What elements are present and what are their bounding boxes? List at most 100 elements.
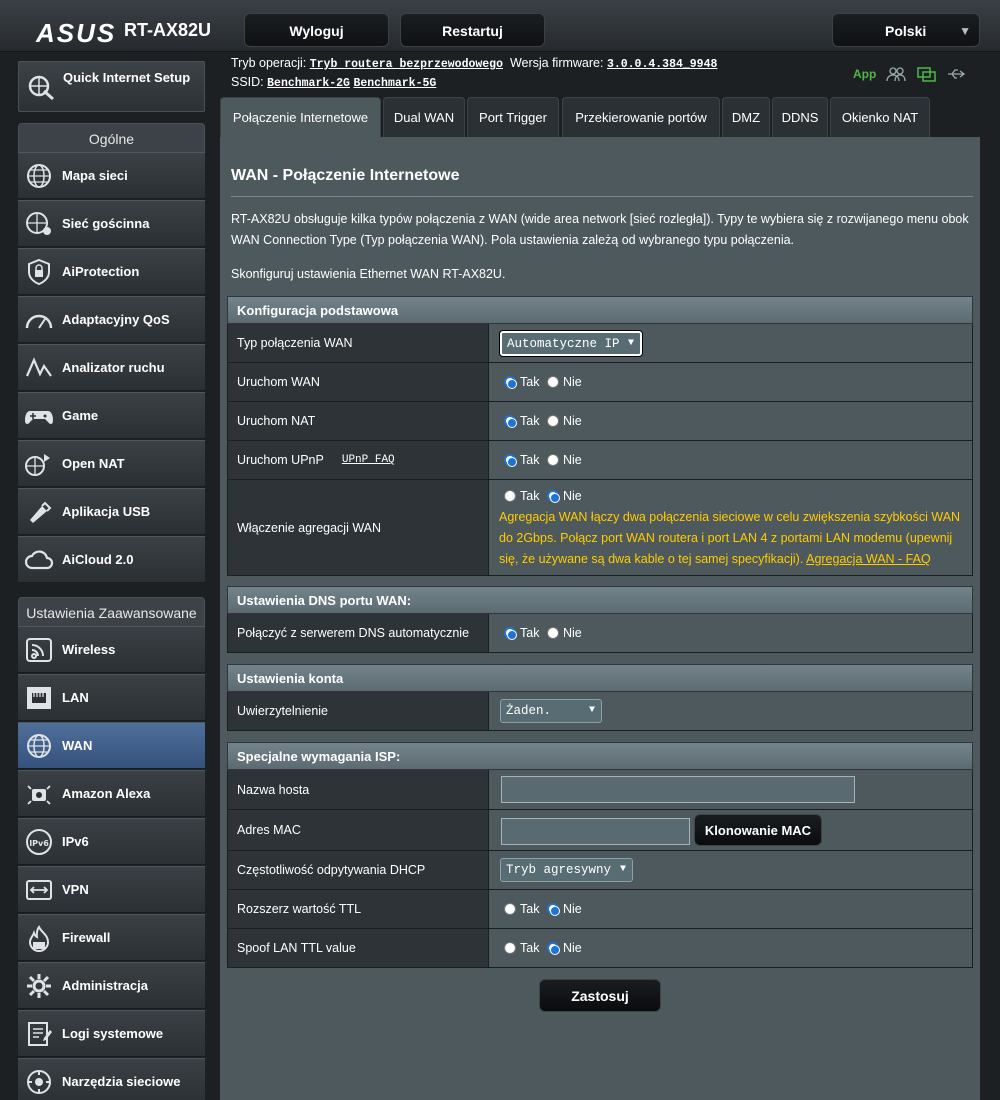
row-dhcp-frequency: Częstotliwość odpytywania DHCP Tryb agre… [227, 851, 973, 890]
wireless-icon [26, 638, 52, 662]
tab-dual-wan[interactable]: Dual WAN [383, 97, 465, 138]
top-bar: ASUS RT-AX82U Wyloguj Restartuj Polski ▼ [0, 0, 1000, 52]
shield-lock-icon [28, 258, 50, 286]
sidebar-item-adaptive-qos[interactable]: Adaptacyjny QoS [18, 296, 205, 343]
mac-address-input[interactable] [501, 818, 690, 845]
alexa-icon [27, 785, 51, 805]
sidebar-item-amazon-alexa[interactable]: Amazon Alexa [18, 770, 205, 817]
aggregation-yes[interactable]: Tak [504, 489, 539, 503]
guest-network-icon [26, 212, 51, 235]
row-enable-upnp: Uruchom UPnP UPnP FAQ Tak Nie [227, 441, 973, 480]
hostname-input[interactable] [501, 776, 855, 803]
sidebar-item-aiprotection[interactable]: AiProtection [18, 248, 205, 295]
sidebar-item-aicloud[interactable]: AiCloud 2.0 [18, 536, 205, 583]
spoof-ttl-no[interactable]: Nie [547, 941, 582, 955]
open-nat-icon [25, 454, 50, 476]
dns-auto-yes[interactable]: Tak [504, 626, 539, 640]
model-name: RT-AX82U [124, 20, 212, 40]
tab-port-trigger[interactable]: Port Trigger [467, 97, 559, 138]
aggregation-faq-link[interactable]: Agregacja WAN - FAQ [806, 552, 931, 566]
vpn-icon [26, 880, 52, 900]
tab-port-forwarding[interactable]: Przekierowanie portów [562, 97, 720, 138]
usb-icon[interactable] [946, 66, 966, 82]
dns-auto-no[interactable]: Nie [547, 626, 582, 640]
ssid-info: SSID: Benchmark-2G Benchmark-5G [231, 75, 437, 90]
sidebar-item-vpn[interactable]: VPN [18, 866, 205, 913]
sidebar-item-game[interactable]: Game [18, 392, 205, 439]
sidebar-item-network-tools[interactable]: Narzędzia sieciowe [18, 1058, 205, 1100]
section-account: Ustawienia konta [227, 664, 973, 692]
section-basic-config: Konfiguracja podstawowa [227, 296, 973, 324]
wizard-icon [28, 75, 54, 101]
gamepad-icon [25, 411, 53, 425]
row-enable-nat: Uruchom NAT Tak Nie [227, 402, 973, 441]
qis-label: Quick Internet Setup [63, 70, 191, 85]
enable-wan-no[interactable]: Nie [547, 375, 582, 389]
ssid-2g-link[interactable]: Benchmark-2G [267, 77, 350, 90]
row-wan-aggregation: Włączenie agregacji WAN Tak Nie Agregacj… [227, 480, 973, 576]
row-spoof-ttl: Spoof LAN TTL value Tak Nie [227, 929, 973, 968]
language-select[interactable]: Polski ▼ [832, 13, 980, 47]
enable-nat-yes[interactable]: Tak [504, 414, 539, 428]
tab-ddns[interactable]: DDNS [772, 97, 828, 138]
ipv6-icon: IPv6 [26, 829, 52, 855]
advanced-header: Ustawienia Zaawansowane [18, 597, 205, 627]
row-wan-type: Typ połączenia WAN Automatyczne IP ▼ [227, 324, 973, 363]
row-hostname: Nazwa hosta [227, 770, 973, 810]
sidebar-item-ipv6[interactable]: IPv6 IPv6 [18, 818, 205, 865]
sidebar-item-network-map[interactable]: Mapa sieci [18, 152, 205, 199]
gear-icon [27, 974, 51, 998]
apply-button[interactable]: Zastosuj [539, 979, 661, 1012]
tab-dmz[interactable]: DMZ [722, 97, 770, 138]
sidebar-item-open-nat[interactable]: Open NAT [18, 440, 205, 487]
asus-logo: ASUS [36, 18, 117, 48]
sidebar-item-wan[interactable]: WAN [18, 722, 205, 769]
app-link[interactable]: App [853, 67, 876, 81]
sidebar-item-guest-network[interactable]: Sieć gościnna [18, 200, 205, 247]
wan-globe-icon [27, 734, 51, 758]
status-icons: App [853, 66, 966, 82]
row-mac: Adres MAC Klonowanie MAC [227, 810, 973, 851]
sidebar-item-system-log[interactable]: Logi systemowe [18, 1010, 205, 1057]
svg-text:IPv6: IPv6 [29, 839, 49, 848]
extend-ttl-yes[interactable]: Tak [504, 902, 539, 916]
wan-type-select[interactable]: Automatyczne IP ▼ [500, 331, 642, 356]
tab-nat-passthrough[interactable]: Okienko NAT [830, 97, 930, 138]
aggregation-no[interactable]: Nie [547, 489, 582, 503]
internet-status-icon[interactable] [916, 66, 937, 82]
chevron-down-icon: ▼ [627, 338, 634, 349]
upnp-faq-link[interactable]: UPnP FAQ [342, 454, 395, 466]
chevron-down-icon: ▼ [619, 864, 626, 875]
reboot-button[interactable]: Restartuj [400, 13, 545, 47]
lan-port-icon [27, 687, 51, 709]
row-authentication: Uwierzytelnienie Żaden. ▼ [227, 692, 973, 731]
chevron-down-icon: ▼ [959, 24, 971, 38]
authentication-select[interactable]: Żaden. ▼ [500, 699, 602, 723]
spoof-ttl-yes[interactable]: Tak [504, 941, 539, 955]
page-description: RT-AX82U obsługuje kilka typów połączeni… [231, 212, 969, 247]
sidebar-item-usb-application[interactable]: Aplikacja USB [18, 488, 205, 535]
sidebar-item-administration[interactable]: Administracja [18, 962, 205, 1009]
sidebar-item-wireless[interactable]: Wireless [18, 626, 205, 673]
operation-mode-link[interactable]: Tryb routera bezprzewodowego [310, 58, 503, 71]
extend-ttl-no[interactable]: Nie [547, 902, 582, 916]
clients-icon[interactable] [886, 66, 906, 82]
usb-stick-icon [30, 501, 52, 523]
sidebar-item-lan[interactable]: LAN [18, 674, 205, 721]
enable-nat-no[interactable]: Nie [547, 414, 582, 428]
quick-internet-setup[interactable]: Quick Internet Setup [18, 61, 205, 112]
section-isp: Specjalne wymagania ISP: [227, 742, 973, 770]
tab-internet-connection[interactable]: Połączenie Internetowe [220, 97, 381, 138]
row-extend-ttl: Rozszerz wartość TTL Tak Nie [227, 890, 973, 929]
sidebar-item-traffic-analyzer[interactable]: Analizator ruchu [18, 344, 205, 391]
enable-wan-yes[interactable]: Tak [504, 375, 539, 389]
enable-upnp-no[interactable]: Nie [547, 453, 582, 467]
network-tools-icon [27, 1070, 51, 1094]
clone-mac-button[interactable]: Klonowanie MAC [694, 814, 822, 846]
firmware-link[interactable]: 3.0.0.4.384_9948 [607, 58, 717, 71]
sidebar-item-firewall[interactable]: Firewall [18, 914, 205, 961]
enable-upnp-yes[interactable]: Tak [504, 453, 539, 467]
ssid-5g-link[interactable]: Benchmark-5G [353, 77, 436, 90]
logout-button[interactable]: Wyloguj [244, 13, 389, 47]
dhcp-frequency-select[interactable]: Tryb agresywny ▼ [500, 858, 633, 882]
